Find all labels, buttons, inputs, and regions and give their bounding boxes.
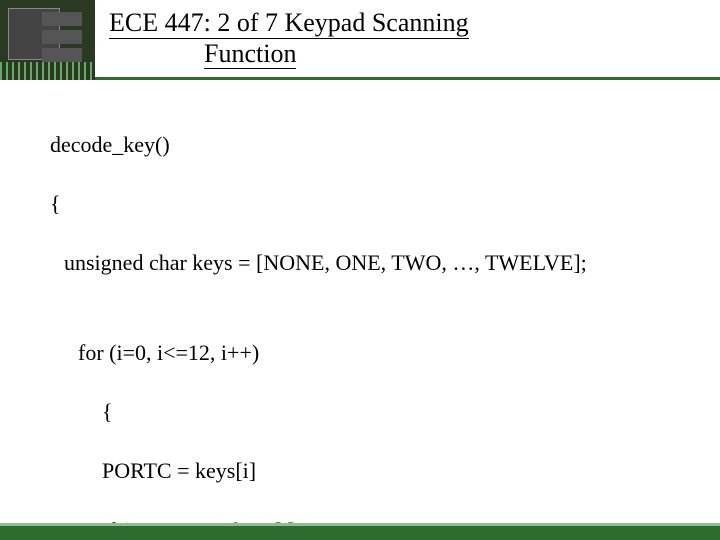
code-line: PORTC = keys[i]	[50, 456, 680, 486]
slide-title-line2: Function	[204, 39, 296, 70]
code-line: for (i=0, i<=12, i++)	[50, 338, 680, 368]
header-bar: ECE 447: 2 of 7 Keypad Scanning Function	[0, 0, 720, 80]
pcb-trace-decoration	[0, 62, 95, 80]
slide-title-line1: ECE 447: 2 of 7 Keypad Scanning	[109, 8, 469, 39]
code-line: decode_key()	[50, 130, 680, 160]
slide: ECE 447: 2 of 7 Keypad Scanning Function…	[0, 0, 720, 540]
content-area: decode_key() { unsigned char keys = [NON…	[50, 100, 680, 540]
code-line: {	[50, 189, 680, 219]
chip-image	[0, 0, 95, 80]
code-line: {	[50, 397, 680, 427]
code-block: decode_key() { unsigned char keys = [NON…	[50, 100, 680, 540]
code-line: unsigned char keys = [NONE, ONE, TWO, …,…	[50, 248, 680, 278]
title-wrap: ECE 447: 2 of 7 Keypad Scanning Function	[95, 0, 720, 77]
footer-bar	[0, 526, 720, 540]
